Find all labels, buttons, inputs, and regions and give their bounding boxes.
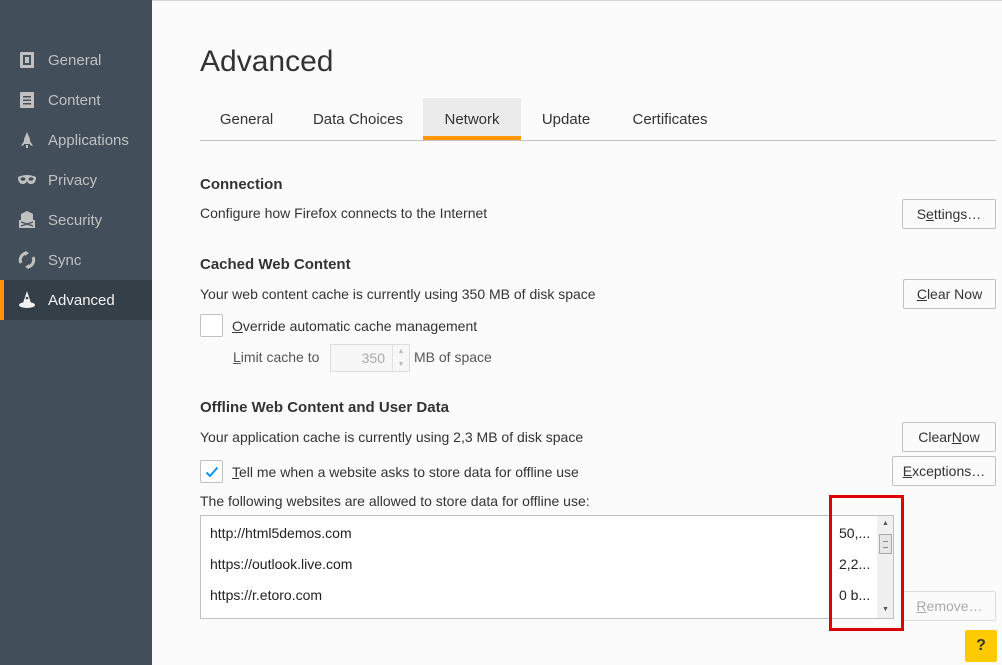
sidebar-item-label: Privacy bbox=[48, 171, 98, 189]
label-text: ell me when a website asks to store data… bbox=[239, 464, 579, 480]
offline-description: Your application cache is currently usin… bbox=[200, 429, 584, 445]
spinner-up-icon[interactable]: ▲ bbox=[392, 345, 409, 358]
access-key: R bbox=[916, 598, 927, 614]
allowed-sites-label: The following websites are allowed to st… bbox=[200, 493, 590, 509]
sidebar-item-label: Applications bbox=[48, 131, 129, 149]
button-label-part: ow bbox=[961, 429, 980, 445]
remove-button[interactable]: Remove… bbox=[903, 591, 996, 621]
sidebar-item-advanced[interactable]: Advanced bbox=[0, 280, 152, 320]
spinner-down-icon[interactable]: ▼ bbox=[392, 358, 409, 371]
access-key: E bbox=[902, 463, 913, 479]
tab-certificates[interactable]: Certificates bbox=[611, 98, 729, 140]
sidebar-item-applications[interactable]: Applications bbox=[0, 120, 152, 160]
list-item[interactable]: https://r.etoro.com bbox=[210, 587, 322, 609]
security-icon bbox=[17, 210, 37, 230]
list-item[interactable]: https://outlook.live.com bbox=[210, 556, 352, 578]
highlight-annotation-box bbox=[829, 495, 904, 631]
content-icon bbox=[17, 90, 37, 110]
access-key: T bbox=[232, 464, 239, 480]
sidebar-item-label: General bbox=[48, 51, 102, 69]
label-text: verride automatic cache management bbox=[242, 318, 478, 334]
general-icon bbox=[17, 50, 37, 70]
privacy-mask-icon bbox=[17, 170, 37, 190]
access-key: e bbox=[926, 206, 934, 222]
tell-offline-checkbox[interactable] bbox=[200, 460, 223, 483]
connection-description: Configure how Firefox connects to the In… bbox=[200, 205, 488, 221]
button-label-part: xceptions… bbox=[912, 463, 986, 479]
access-key: C bbox=[916, 286, 927, 302]
sidebar-item-content[interactable]: Content bbox=[0, 80, 152, 120]
tell-offline-label[interactable]: Tell me when a website asks to store dat… bbox=[232, 464, 579, 480]
clear-offline-button[interactable]: Clear Now bbox=[902, 422, 996, 452]
limit-cache-unit: MB of space bbox=[414, 349, 492, 365]
access-key: L bbox=[233, 349, 241, 365]
button-label-part: emove… bbox=[926, 598, 983, 614]
tab-network[interactable]: Network bbox=[423, 98, 521, 140]
connection-settings-button[interactable]: Se ttings… bbox=[902, 199, 996, 229]
access-key: N bbox=[951, 429, 962, 445]
cache-description: Your web content cache is currently usin… bbox=[200, 286, 596, 302]
sidebar: General Content Applications Privacy Sec… bbox=[0, 0, 152, 665]
button-label-part: Clear bbox=[918, 429, 952, 445]
help-button[interactable]: ? bbox=[965, 630, 997, 662]
checkmark-icon bbox=[205, 466, 219, 478]
tab-data-choices[interactable]: Data Choices bbox=[293, 98, 423, 140]
sidebar-item-label: Content bbox=[48, 91, 101, 109]
limit-cache-label: Limit cache to bbox=[233, 349, 319, 365]
exceptions-button[interactable]: Exceptions… bbox=[892, 456, 996, 486]
sidebar-item-general[interactable]: General bbox=[0, 40, 152, 80]
top-border bbox=[152, 0, 1002, 1]
tab-update[interactable]: Update bbox=[521, 98, 611, 140]
cache-limit-value[interactable]: 350 bbox=[331, 345, 393, 371]
override-cache-label[interactable]: Override automatic cache management bbox=[232, 318, 477, 334]
label-text: imit cache to bbox=[240, 349, 320, 365]
sidebar-item-label: Advanced bbox=[48, 291, 115, 309]
sidebar-item-label: Sync bbox=[48, 251, 82, 269]
clear-cache-button[interactable]: Clear Now bbox=[903, 279, 996, 309]
sidebar-item-security[interactable]: Security bbox=[0, 200, 152, 240]
list-item[interactable]: http://html5demos.com bbox=[210, 525, 352, 547]
sidebar-item-label: Security bbox=[48, 211, 103, 229]
access-key: O bbox=[232, 318, 243, 334]
button-label-part: S bbox=[916, 206, 927, 222]
sidebar-item-privacy[interactable]: Privacy bbox=[0, 160, 152, 200]
override-cache-checkbox[interactable] bbox=[200, 314, 223, 337]
button-label-part: ttings… bbox=[933, 206, 982, 222]
cache-heading: Cached Web Content bbox=[200, 256, 351, 273]
tab-general[interactable]: General bbox=[200, 98, 293, 140]
applications-icon bbox=[17, 130, 37, 150]
button-label-part: lear Now bbox=[926, 286, 983, 302]
offline-heading: Offline Web Content and User Data bbox=[200, 399, 449, 416]
sync-icon bbox=[17, 250, 37, 270]
page-title: Advanced bbox=[200, 45, 334, 78]
offline-sites-list[interactable]: http://html5demos.com 50,... https://out… bbox=[200, 515, 894, 619]
cache-limit-spinner[interactable]: 350 ▲ ▼ bbox=[330, 344, 410, 372]
advanced-wizard-icon bbox=[17, 290, 37, 310]
sidebar-item-sync[interactable]: Sync bbox=[0, 240, 152, 280]
connection-heading: Connection bbox=[200, 176, 283, 193]
tab-bar: General Data Choices Network Update Cert… bbox=[200, 98, 996, 141]
